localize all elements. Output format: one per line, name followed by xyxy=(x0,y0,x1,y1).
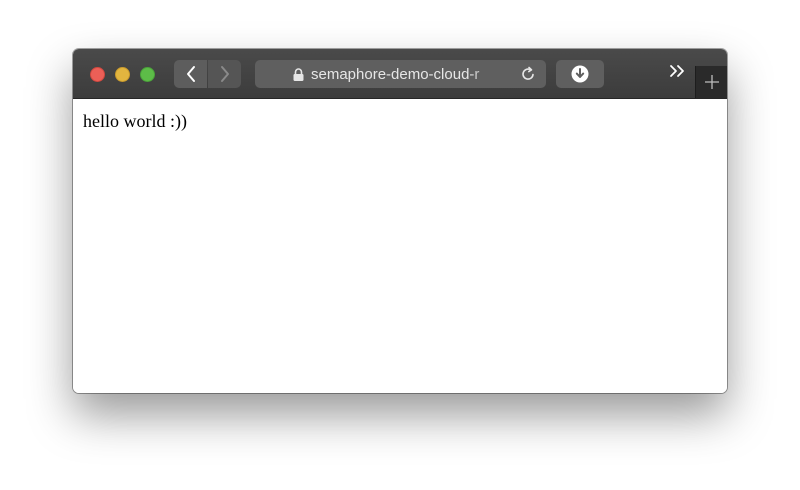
new-tab-button[interactable] xyxy=(695,66,727,98)
downloads-button[interactable] xyxy=(556,60,604,88)
forward-button[interactable] xyxy=(208,60,241,88)
chevron-left-icon xyxy=(186,66,195,82)
minimize-window-button[interactable] xyxy=(115,67,130,82)
back-button[interactable] xyxy=(174,60,207,88)
zoom-window-button[interactable] xyxy=(140,67,155,82)
download-icon xyxy=(571,65,589,83)
url-text: semaphore-demo-cloud-r xyxy=(311,66,480,83)
plus-icon xyxy=(704,75,719,89)
lock-icon xyxy=(293,68,304,81)
address-bar[interactable]: semaphore-demo-cloud-r xyxy=(255,60,546,88)
page-body-text: hello world :)) xyxy=(83,111,187,131)
browser-window: semaphore-demo-cloud-r xyxy=(73,49,727,393)
page-content xyxy=(73,99,727,393)
close-window-button[interactable] xyxy=(90,67,105,82)
reload-icon[interactable] xyxy=(520,66,536,82)
browser-toolbar: semaphore-demo-cloud-r xyxy=(73,49,727,99)
chevron-double-right-icon[interactable] xyxy=(669,64,687,78)
chevron-right-icon xyxy=(220,66,229,82)
